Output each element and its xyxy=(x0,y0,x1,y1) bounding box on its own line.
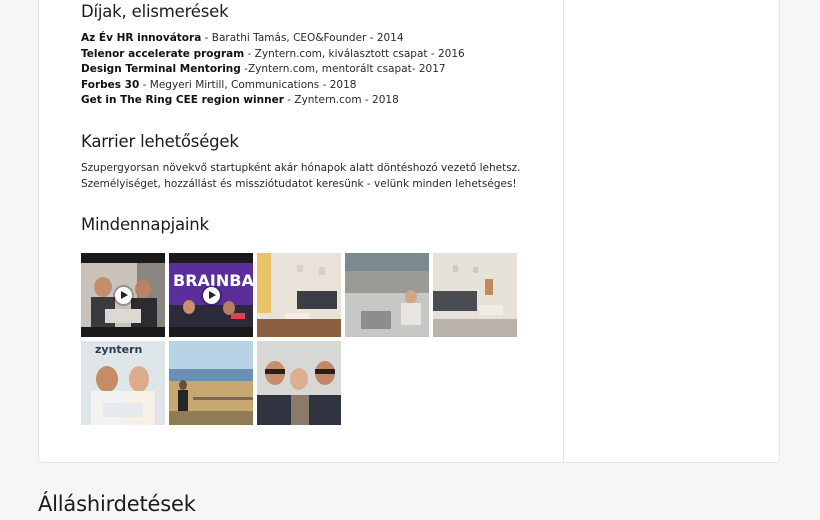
column-divider xyxy=(563,0,564,462)
zyntern-text: zyntern xyxy=(95,343,142,356)
balcony-view-photo xyxy=(345,253,429,337)
career-line-2: Személyiséget, hozzállást és missziótuda… xyxy=(81,177,517,190)
photo-thumbnail[interactable]: zyntern xyxy=(81,341,165,425)
award-name: Forbes 30 xyxy=(81,78,140,91)
awards-list: Az Év HR innovátora - Barathi Tamás, CEO… xyxy=(81,31,465,109)
award-detail: - Barathi Tamás, CEO&Founder - 2014 xyxy=(201,32,404,44)
career-description: Szupergyorsan növekvő startupként akár h… xyxy=(81,161,521,192)
office-lounge-photo xyxy=(257,253,341,337)
award-item: Forbes 30 - Megyeri Mirtill, Communicati… xyxy=(81,78,465,94)
photo-thumbnail[interactable] xyxy=(433,253,517,337)
play-icon xyxy=(203,287,220,304)
award-name: Get in The Ring CEE region winner xyxy=(81,94,284,107)
everyday-heading: Mindennapjaink xyxy=(81,215,209,234)
career-line-1: Szupergyorsan növekvő startupként akár h… xyxy=(81,162,521,174)
career-heading: Karrier lehetőségek xyxy=(81,132,239,151)
awards-heading: Díjak, elismerések xyxy=(81,2,229,21)
jobs-heading: Álláshirdetések xyxy=(38,492,196,516)
award-item: Get in The Ring CEE region winner - Zynt… xyxy=(81,93,465,109)
photo-thumbnail[interactable] xyxy=(257,341,341,425)
video-thumbnail[interactable]: BRAINBA xyxy=(169,253,253,337)
award-name: Design Terminal Mentoring xyxy=(81,63,241,76)
sofa-room-photo xyxy=(433,253,517,337)
award-item: Design Terminal Mentoring -Zyntern.com, … xyxy=(81,62,465,78)
photo-thumbnail[interactable] xyxy=(169,341,253,425)
award-detail: - Zyntern.com, kiválasztott csapat - 201… xyxy=(244,47,465,60)
award-name: Az Év HR innovátora xyxy=(81,32,202,44)
coastline-photo xyxy=(169,341,253,425)
award-item: Az Év HR innovátora - Barathi Tamás, CEO… xyxy=(81,31,465,47)
group-selfie-photo xyxy=(257,341,341,425)
award-detail: - Megyeri Mirtill, Communications - 2018 xyxy=(139,78,357,91)
award-detail: - Zyntern.com - 2018 xyxy=(283,94,399,107)
award-name: Telenor accelerate program xyxy=(81,47,245,60)
photo-thumbnail[interactable] xyxy=(345,253,429,337)
play-icon xyxy=(115,287,132,304)
award-detail: -Zyntern.com, mentorált csapat- 2017 xyxy=(240,63,446,76)
photo-thumbnail[interactable] xyxy=(257,253,341,337)
team-members-photo: zyntern xyxy=(81,341,165,425)
company-profile-card: Díjak, elismerések Az Év HR innovátora -… xyxy=(38,0,780,463)
video-thumbnail[interactable] xyxy=(81,253,165,337)
award-item: Telenor accelerate program - Zyntern.com… xyxy=(81,47,465,63)
